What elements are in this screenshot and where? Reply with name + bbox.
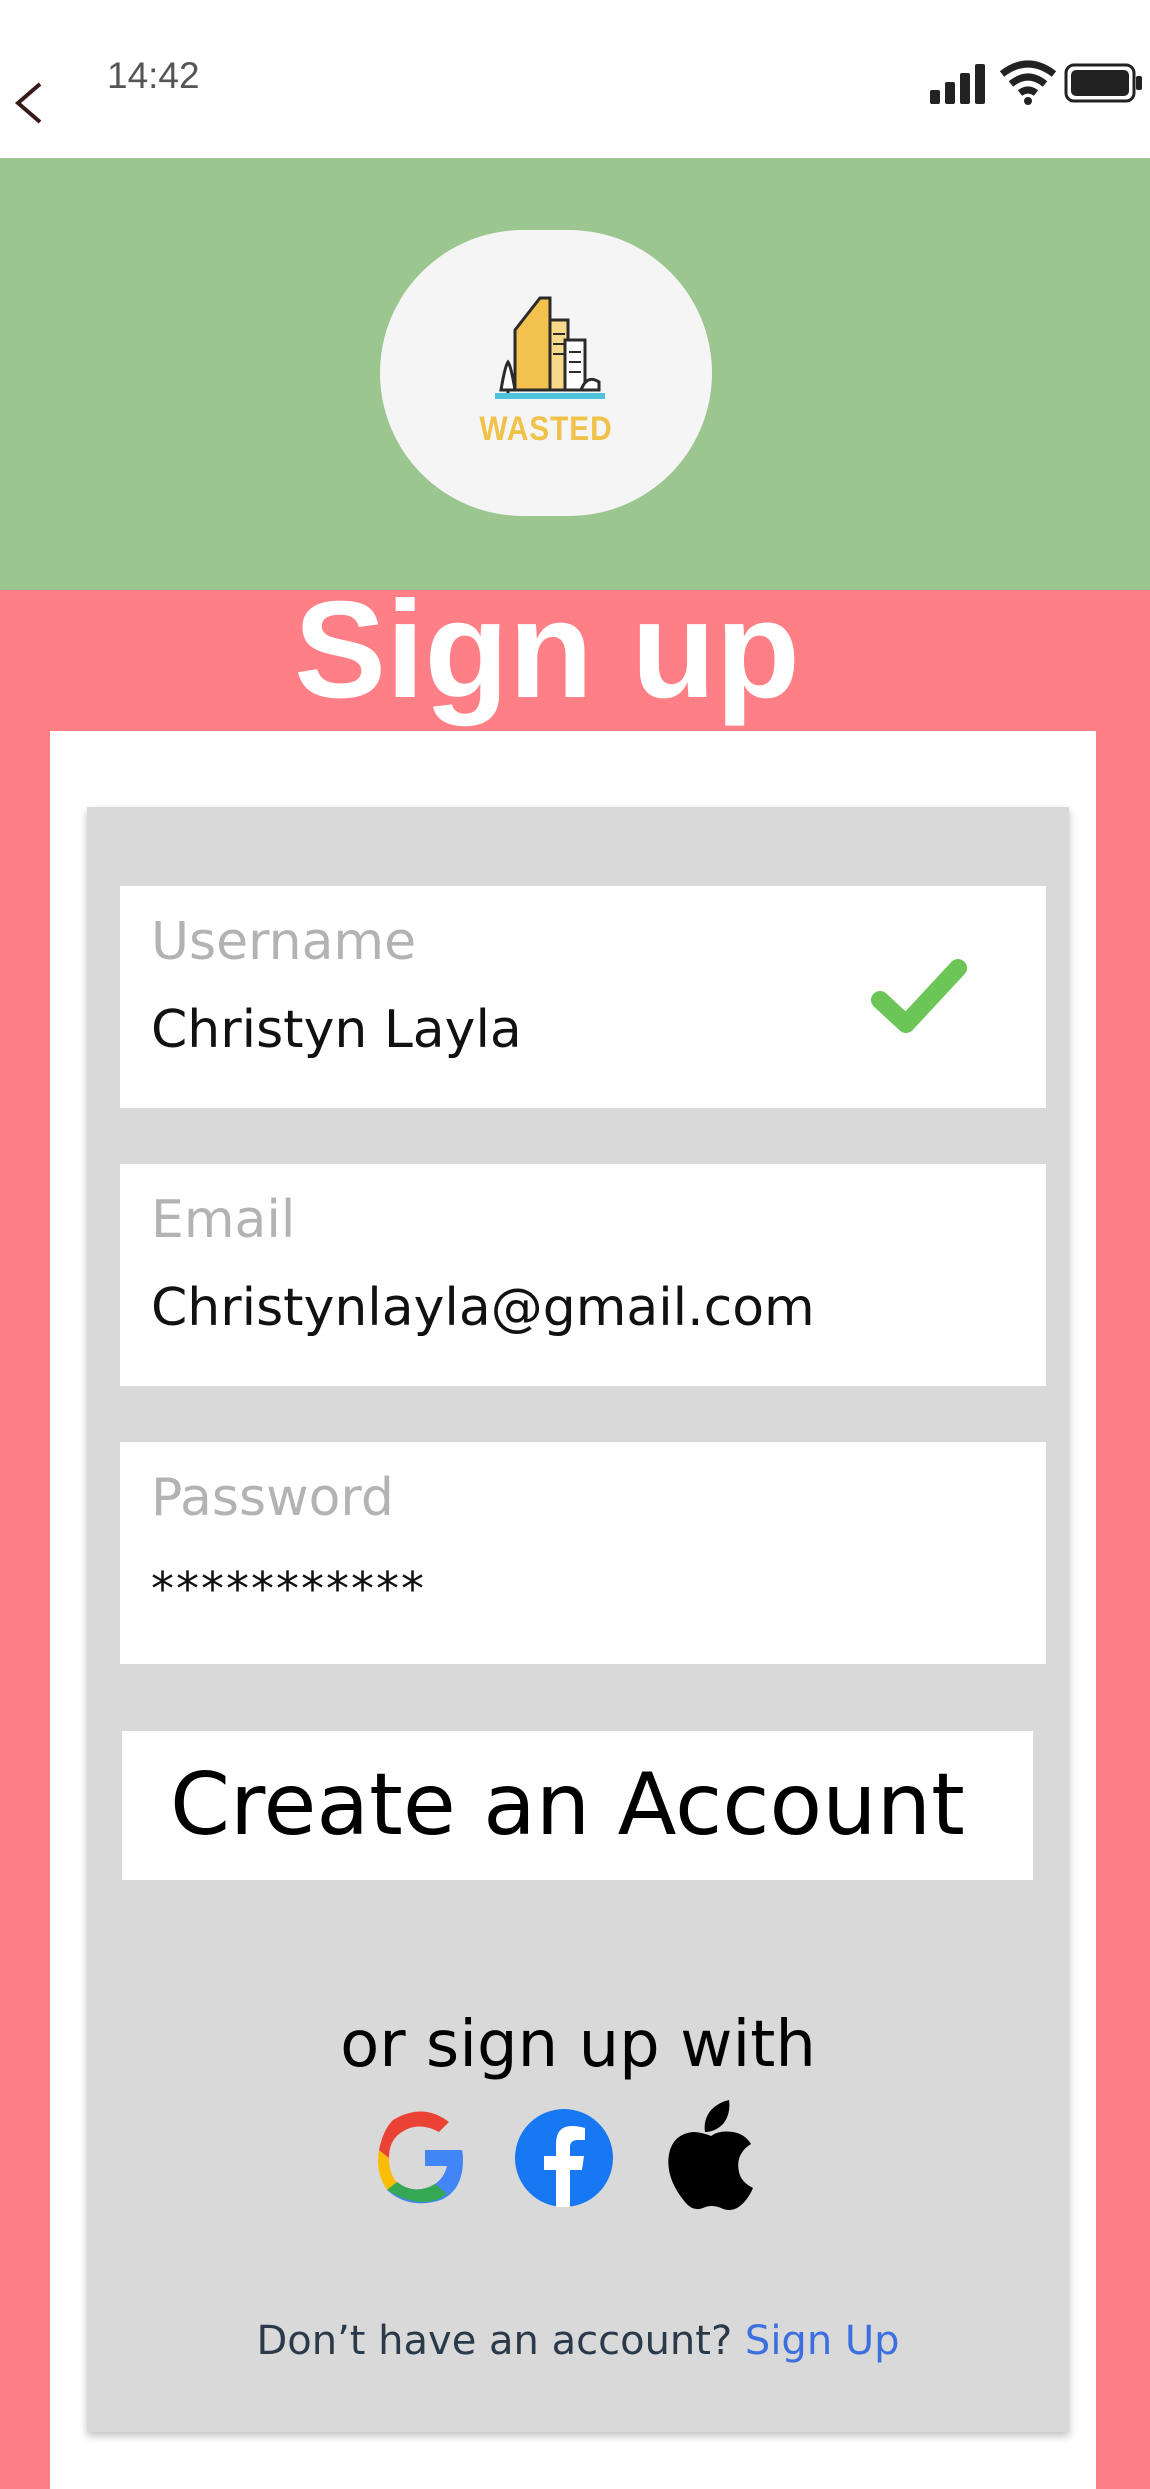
google-icon[interactable] [375, 2108, 475, 2208]
status-bar: 14:42 [0, 0, 1150, 158]
password-label: Password [151, 1468, 394, 1528]
email-input[interactable]: Christynlayla@gmail.com [151, 1278, 815, 1338]
checkmark-icon [871, 959, 967, 1033]
sign-up-link[interactable]: Sign Up [745, 2318, 900, 2364]
status-time: 14:42 [107, 55, 200, 96]
apple-icon[interactable] [661, 2098, 761, 2210]
signin-footer: Don’t have an account? Sign Up [87, 2318, 1069, 2364]
battery-icon [1064, 63, 1142, 103]
create-account-button[interactable]: Create an Account [122, 1731, 1033, 1880]
email-field[interactable]: Email Christynlayla@gmail.com [120, 1164, 1046, 1386]
city-building-logo-icon [495, 296, 605, 399]
username-label: Username [151, 912, 417, 972]
password-input[interactable]: *********** [151, 1562, 426, 1616]
wifi-icon [1000, 60, 1056, 105]
password-field[interactable]: Password *********** [120, 1442, 1046, 1664]
username-field[interactable]: Username Christyn Layla [120, 886, 1046, 1108]
footer-question: Don’t have an account? [256, 2318, 733, 2364]
facebook-icon[interactable] [514, 2108, 614, 2208]
email-label: Email [151, 1190, 296, 1250]
page-title: Sign up [294, 573, 800, 727]
social-signup-prompt: or sign up with [340, 2008, 816, 2082]
back-arrow-icon[interactable] [10, 78, 50, 128]
username-input[interactable]: Christyn Layla [151, 1000, 522, 1060]
cellular-signal-icon [930, 64, 985, 104]
logo-wordmark: WASTED [479, 410, 613, 448]
